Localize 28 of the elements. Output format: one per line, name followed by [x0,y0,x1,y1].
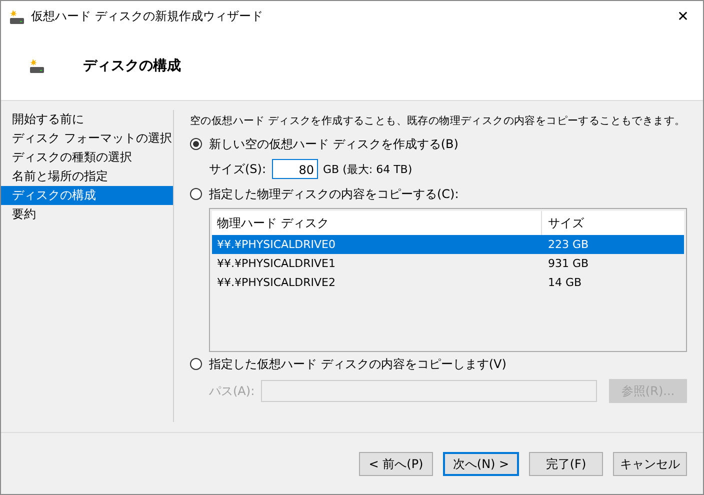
radio-button[interactable] [190,188,202,200]
radio-button[interactable] [190,138,202,150]
column-header[interactable]: サイズ [542,211,684,235]
wizard-step[interactable]: 開始する前に [1,110,173,129]
wizard-step[interactable]: 要約 [1,205,173,224]
wizard-button[interactable]: 完了(F) [529,452,603,476]
option-label[interactable]: 新しい空の仮想ハード ディスクを作成する(B) [209,136,458,152]
wizard-step[interactable]: ディスク フォーマットの選択 [1,129,173,148]
size-field[interactable]: 80 [272,159,318,179]
close-button[interactable]: ✕ [663,8,703,24]
wizard-button[interactable]: キャンセル [613,452,687,476]
disk-icon [29,58,45,74]
unit-text: GB (最大: 64 TB) [323,162,412,176]
size-label: サイズ(S): [209,160,266,178]
page-heading: ディスクの構成 [83,57,181,75]
disk-row[interactable]: ¥¥.¥PHYSICALDRIVE0 223 GB [212,235,684,254]
disk-row[interactable]: ¥¥.¥PHYSICALDRIVE1 931 GB [212,254,684,273]
wizard-step[interactable]: ディスクの種類の選択 [1,148,173,167]
wizard-button[interactable]: 次へ(N) > [443,452,519,476]
disk-row[interactable]: ¥¥.¥PHYSICALDRIVE2 14 GB [212,273,684,292]
option-label[interactable]: 指定した物理ディスクの内容をコピーする(C): [209,186,459,202]
wizard-step[interactable]: 名前と場所の指定 [1,167,173,186]
path-label: パス(A): [209,382,255,400]
wizard-button[interactable]: < 前へ(P) [359,452,433,476]
wizard-step[interactable]: ディスクの構成 [1,186,173,205]
disk-icon [9,8,25,24]
window-title: 仮想ハード ディスクの新規作成ウィザード [31,8,264,25]
description-text: 空の仮想ハード ディスクを作成することも、既存の物理ディスクの内容をコピーすることもできます。 [190,114,686,129]
